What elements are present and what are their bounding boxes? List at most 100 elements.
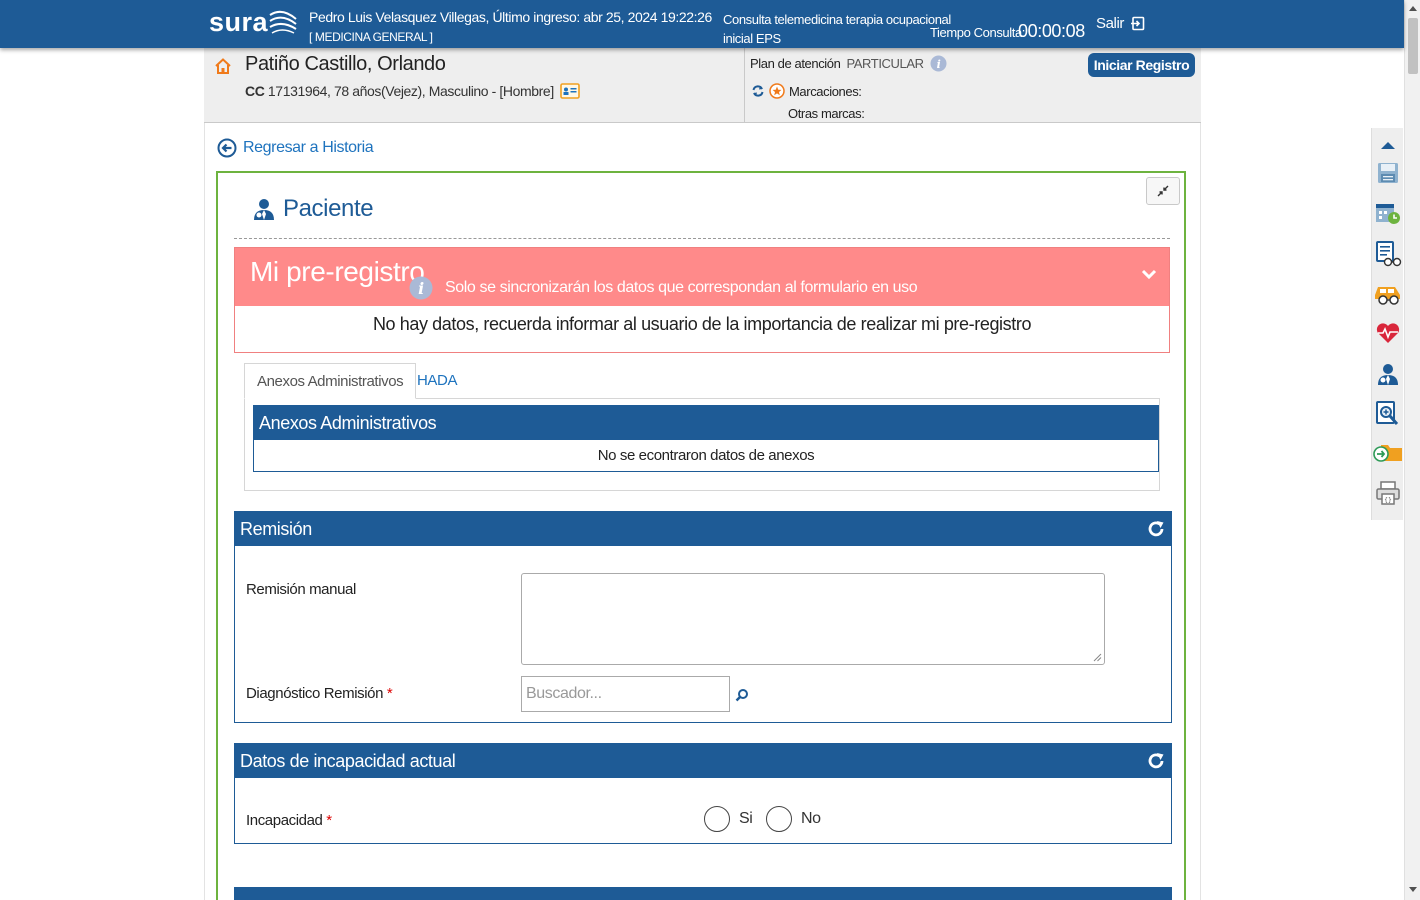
anexos-tabs: Anexos Administrativos HADA Anexos Admin… <box>244 363 1160 493</box>
print-button[interactable]: {} <box>1373 478 1403 508</box>
info-icon[interactable]: i <box>930 55 947 72</box>
remision-title: Remisión <box>240 519 312 539</box>
user-info: Pedro Luis Velasquez Villegas, Último in… <box>309 9 712 25</box>
incapacidad-section: Datos de incapacidad actual Incapacidad … <box>234 743 1172 844</box>
salir-button[interactable]: Salir <box>1096 15 1145 32</box>
folder-arrow-icon <box>1373 445 1402 462</box>
next-section-header <box>235 888 1171 900</box>
right-toolbar: {} <box>1371 128 1403 520</box>
otras-marcas-label: Otras marcas: <box>788 106 865 121</box>
search-icon[interactable] <box>735 688 749 702</box>
vehicle-report-button[interactable] <box>1373 279 1403 309</box>
report-button[interactable] <box>1373 239 1403 269</box>
pre-registro-empty: No hay datos, recuerda informar al usuar… <box>372 314 1032 334</box>
print-icon: {} <box>1376 481 1400 505</box>
compress-icon <box>1157 185 1169 197</box>
patient-details: 17131964, 78 años(Vejez), Masculino - [H… <box>267 83 554 99</box>
dashed-divider <box>234 238 1170 239</box>
heart-monitor-icon <box>1376 323 1400 343</box>
incapacidad-label: Incapacidad * <box>246 812 332 829</box>
diagnostico-remision-label: Diagnóstico Remisión * <box>246 685 393 702</box>
patient-name: Patiño Castillo, Orlando <box>245 53 446 75</box>
plan-label: Plan de atención <box>750 56 841 71</box>
patient-user-icon <box>254 199 274 220</box>
salir-label: Salir <box>1096 15 1125 32</box>
sura-logo: sura <box>209 5 298 39</box>
agenda-icon <box>1376 204 1400 224</box>
tiempo-label: Tiempo Consulta: <box>930 25 1025 40</box>
doctor-button[interactable] <box>1373 359 1403 389</box>
back-arrow-icon <box>217 138 237 158</box>
svg-text:i: i <box>418 279 424 298</box>
home-icon[interactable] <box>214 57 232 75</box>
scrollbar-thumb[interactable] <box>1408 18 1418 74</box>
marcaciones: Marcaciones: <box>751 83 862 99</box>
pre-registro-note: i Solo se sincronizarán los datos que co… <box>409 276 918 300</box>
regresar-label: Regresar a Historia <box>243 139 374 156</box>
resize-grip-icon[interactable] <box>1093 653 1102 662</box>
tab-content: Anexos Administrativos No se econtraron … <box>244 398 1160 491</box>
scroll-top-icon <box>1381 142 1395 149</box>
star-badge-icon <box>769 83 785 99</box>
consult-type-line1: Consulta telemedicina terapia ocupaciona… <box>723 12 951 27</box>
remision-manual-textarea[interactable] <box>521 573 1105 665</box>
patient-info: CC 17131964, 78 años(Vejez), Masculino -… <box>245 83 580 99</box>
iniciar-registro-button[interactable]: Iniciar Registro <box>1088 53 1195 77</box>
tiempo-value: 00:00:08 <box>1018 21 1085 41</box>
pre-registro-note-text: Solo se sincronizarán los datos que corr… <box>445 279 918 296</box>
plan-atencion: Plan de atención PARTICULAR i <box>750 55 947 72</box>
diagnostico-label-text: Diagnóstico Remisión <box>246 685 384 702</box>
doc-type: CC <box>245 83 265 99</box>
tab-anexos-administrativos[interactable]: Anexos Administrativos <box>244 363 417 399</box>
scroll-down-arrow-icon[interactable] <box>1408 886 1418 894</box>
refresh-icon[interactable] <box>1146 751 1166 771</box>
required-mark: * <box>386 685 393 702</box>
remision-header: Remisión <box>235 512 1171 546</box>
marcaciones-label: Marcaciones: <box>789 83 862 99</box>
page-scrollbar[interactable] <box>1404 0 1420 900</box>
required-mark: * <box>326 812 332 829</box>
incapacidad-si-radio[interactable] <box>704 806 730 832</box>
pre-registro-box: Mi pre-registro i Solo se sincronizarán … <box>234 247 1170 353</box>
agenda-button[interactable] <box>1373 199 1403 229</box>
paciente-panel: Paciente Mi pre-registro i Solo se sincr… <box>216 171 1186 900</box>
svg-text:{}: {} <box>1384 497 1392 504</box>
user-specialty: [ MEDICINA GENERAL ] <box>309 30 433 44</box>
paciente-title: Paciente <box>251 195 374 223</box>
plan-value: PARTICULAR <box>846 56 924 71</box>
incapacidad-no-label: No <box>801 810 821 827</box>
consult-type-line2: inicial EPS <box>723 31 781 46</box>
logout-icon <box>1131 16 1145 31</box>
patient-header: Patiño Castillo, Orlando CC 17131964, 78… <box>204 48 1201 123</box>
doctor-icon <box>1378 364 1398 385</box>
vital-signs-button[interactable] <box>1373 318 1403 348</box>
scroll-up-arrow-icon[interactable] <box>1408 4 1418 12</box>
pre-registro-title: Mi pre-registro <box>250 256 425 287</box>
chevron-down-icon[interactable] <box>1141 268 1157 280</box>
anexos-table: Anexos Administrativos No se econtraron … <box>253 405 1159 472</box>
save-icon <box>1378 163 1398 183</box>
refresh-icon[interactable] <box>751 84 765 98</box>
incapacidad-no-radio[interactable] <box>766 806 792 832</box>
vehicle-glasses-icon <box>1375 287 1400 305</box>
pre-registro-header[interactable]: Mi pre-registro i Solo se sincronizarán … <box>235 248 1169 306</box>
logo-text: sura <box>209 6 269 37</box>
anexos-table-header: Anexos Administrativos <box>254 406 1158 440</box>
regresar-link[interactable]: Regresar a Historia <box>217 138 374 158</box>
refresh-icon[interactable] <box>1146 519 1166 539</box>
incapacidad-si-label: Si <box>739 810 753 827</box>
remision-section: Remisión Remisión manual Diagnóstico Rem… <box>234 511 1172 723</box>
collapse-button[interactable] <box>1146 177 1180 205</box>
search-document-button[interactable] <box>1373 399 1403 429</box>
id-card-icon[interactable] <box>560 83 580 99</box>
remision-manual-label: Remisión manual <box>246 581 356 598</box>
folder-transfer-button[interactable] <box>1373 437 1403 467</box>
search-document-icon <box>1376 401 1399 425</box>
paciente-title-text: Paciente <box>283 195 374 222</box>
save-button[interactable] <box>1373 158 1403 188</box>
main-content: Regresar a Historia Paciente Mi pre-regi… <box>204 123 1201 900</box>
scroll-top-button[interactable] <box>1373 130 1403 160</box>
next-section <box>234 887 1172 900</box>
svg-text:i: i <box>936 58 940 71</box>
diagnostico-search-input[interactable]: Buscador... <box>521 676 730 712</box>
